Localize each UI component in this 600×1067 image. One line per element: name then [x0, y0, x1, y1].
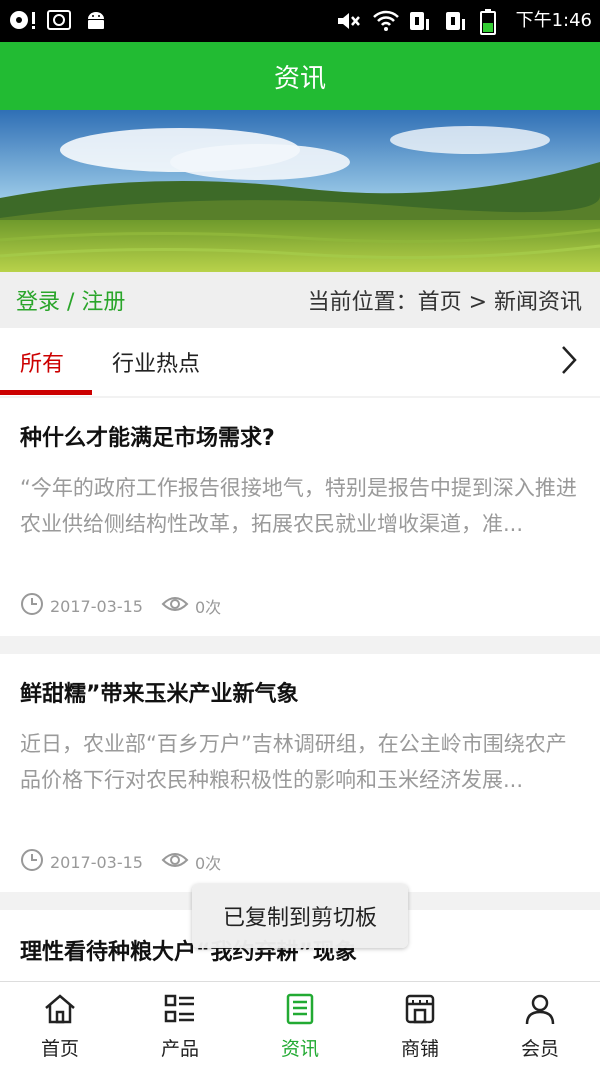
tab-industry-hot[interactable]: 行业热点 [112, 328, 200, 396]
user-icon [523, 992, 557, 1030]
app-header: 资讯 [0, 42, 600, 110]
news-icon [283, 992, 317, 1030]
page-title: 资讯 [273, 63, 326, 94]
banner-image[interactable] [0, 110, 600, 272]
product-list-icon [163, 992, 197, 1030]
tab-all[interactable]: 所有 [20, 328, 64, 396]
article-date: 2017-03-15 [50, 596, 143, 616]
nav-home-label: 首页 [40, 1038, 79, 1060]
nav-shop-label: 商铺 [400, 1038, 439, 1060]
record-icon [8, 8, 35, 32]
nav-news-label: 资讯 [280, 1038, 319, 1060]
clock-icon [20, 592, 44, 620]
battery-icon [479, 9, 504, 35]
eye-icon [161, 850, 189, 874]
nav-home[interactable]: 首页 [0, 982, 120, 1067]
bottom-nav: 首页 产品 资讯 商铺 会员 [0, 981, 600, 1067]
nav-member-label: 会员 [520, 1038, 559, 1060]
nav-products[interactable]: 产品 [120, 982, 240, 1067]
nav-products-label: 产品 [160, 1038, 199, 1060]
current-location: 当前位置：首页 > 新闻资讯 [307, 290, 582, 315]
status-bar: 下午1:46 [0, 0, 600, 42]
article-title[interactable]: 鲜甜糯”带来玉米产业新气象 [20, 676, 580, 708]
nav-shop[interactable]: 商铺 [360, 982, 480, 1067]
mute-icon [336, 9, 360, 33]
article-summary: “今年的政府工作报告很接地气，特别是报告中提到深入推进农业供给侧结构性改革，拓展… [20, 476, 577, 536]
article-item[interactable]: 鲜甜糯”带来玉米产业新气象 近日，农业部“百乡万户”吉林调研组，在公主岭市围绕农… [0, 654, 600, 892]
shop-icon [403, 992, 437, 1030]
article-views: 0次 [194, 854, 222, 873]
toast-message: 已复制到剪切板 [192, 884, 408, 948]
chevron-right-icon [559, 344, 579, 380]
sim1-icon [408, 9, 432, 33]
tabs-scroll-right[interactable] [538, 328, 600, 396]
home-icon [43, 992, 77, 1030]
status-time: 下午1:46 [515, 10, 592, 31]
clock-icon [20, 848, 44, 876]
login-register-link[interactable]: 登录 / 注册 [16, 284, 125, 316]
sim2-icon [444, 9, 468, 33]
article-meta: 2017-03-15 0次 [20, 592, 239, 620]
article-date: 2017-03-15 [50, 852, 143, 872]
article-item[interactable]: 种什么才能满足市场需求? “今年的政府工作报告很接地气，特别是报告中提到深入推进… [0, 398, 600, 636]
article-meta: 2017-03-15 0次 [20, 848, 239, 876]
article-title[interactable]: 种什么才能满足市场需求? [20, 420, 580, 452]
category-tabs: 所有 行业热点 [0, 328, 600, 396]
eye-icon [161, 594, 189, 618]
nav-news[interactable]: 资讯 [240, 982, 360, 1067]
nav-member[interactable]: 会员 [480, 982, 600, 1067]
android-icon [84, 8, 108, 32]
article-summary: 近日，农业部“百乡万户”吉林调研组，在公主岭市围绕农产品价格下行对农民种粮积极性… [20, 732, 567, 792]
article-views: 0次 [194, 598, 222, 617]
screenshot-icon [46, 8, 71, 32]
wifi-icon [372, 9, 399, 33]
active-tab-indicator [0, 390, 92, 395]
breadcrumb: 登录 / 注册 当前位置：首页 > 新闻资讯 [0, 272, 600, 328]
